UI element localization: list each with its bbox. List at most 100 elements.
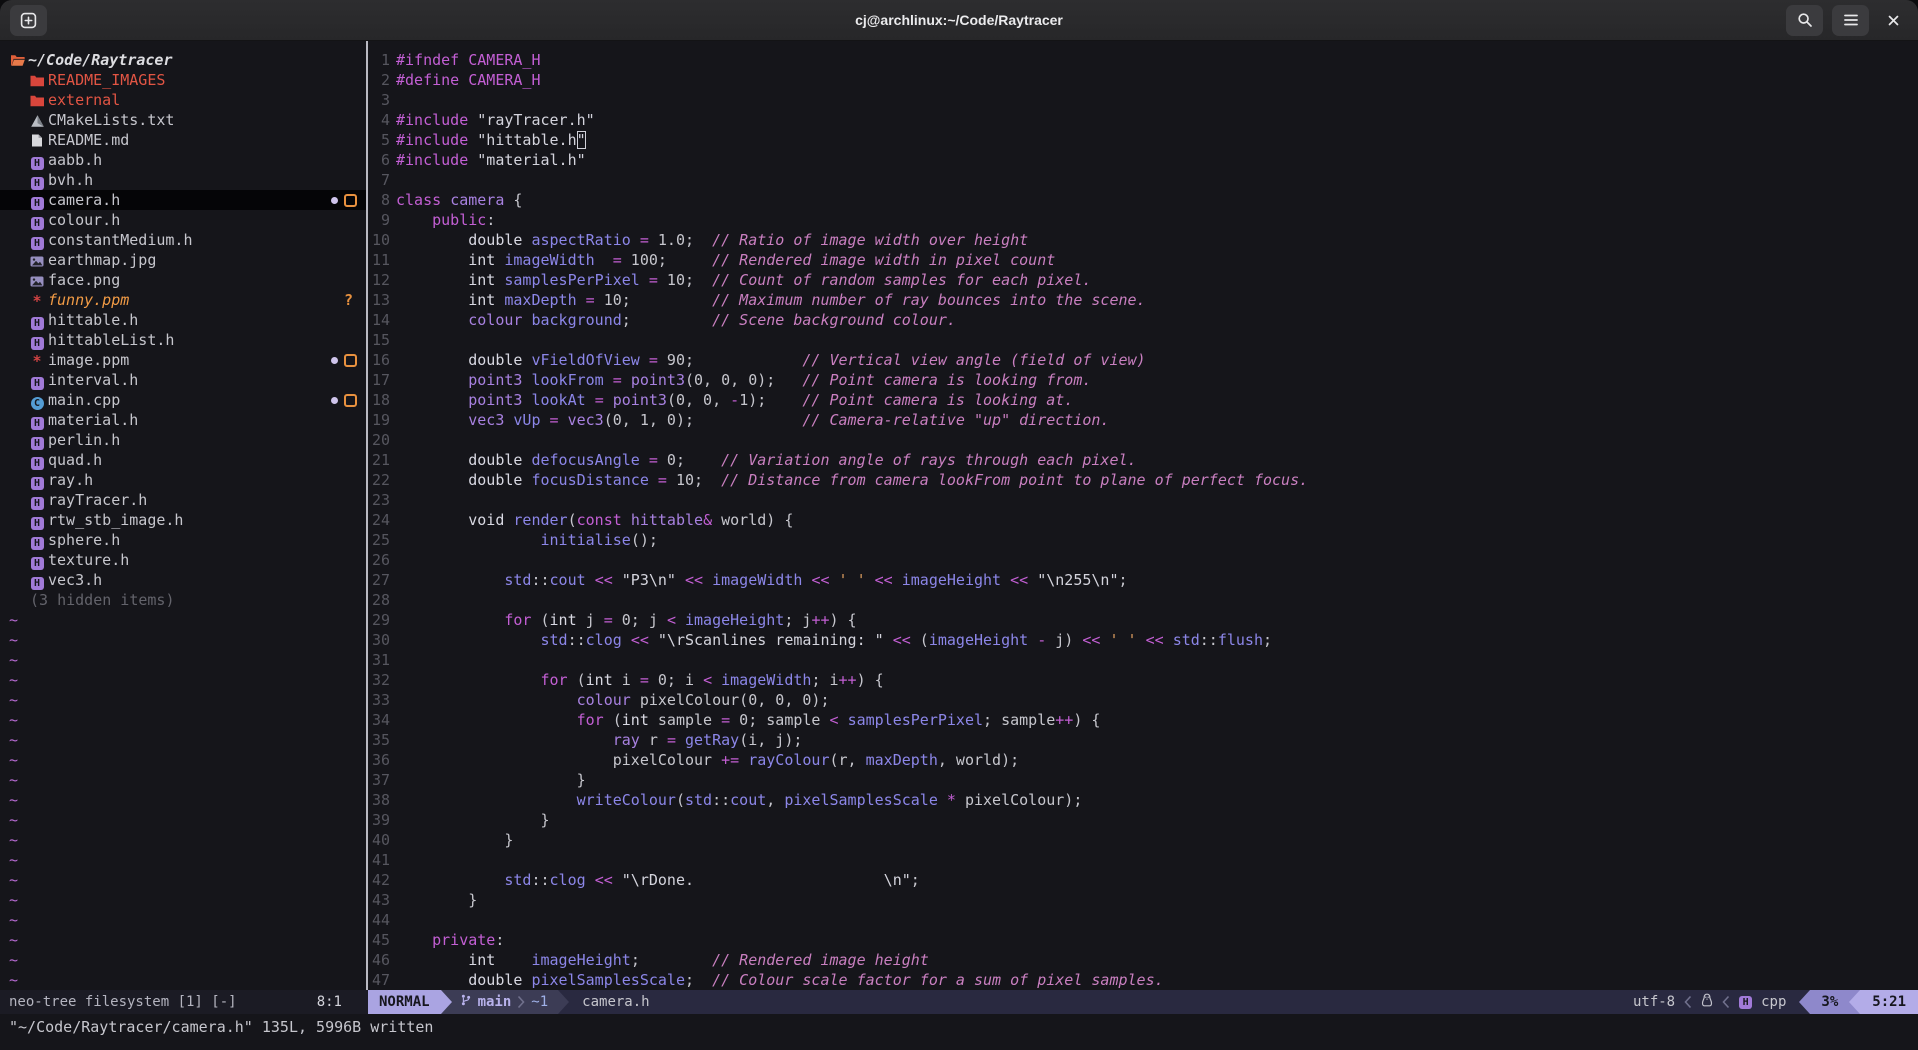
code-line[interactable]: 4#include "rayTracer.h" <box>370 110 1918 130</box>
code-line[interactable]: 37 } <box>370 770 1918 790</box>
empty-line-tilde: ~ <box>0 910 366 930</box>
code-line[interactable]: 6#include "material.h" <box>370 150 1918 170</box>
code-line[interactable]: 25 initialise(); <box>370 530 1918 550</box>
code-line[interactable]: 28 <box>370 590 1918 610</box>
tree-item-readme-images[interactable]: README_IMAGES <box>0 70 366 90</box>
tree-item-image-ppm[interactable]: *image.ppm <box>0 350 366 370</box>
code-line[interactable]: 13 int maxDepth = 10; // Maximum number … <box>370 290 1918 310</box>
tree-item-hittablelist-h[interactable]: HhittableList.h <box>0 330 366 350</box>
tree-item-hittable-h[interactable]: Hhittable.h <box>0 310 366 330</box>
code-line[interactable]: 22 double focusDistance = 10; // Distanc… <box>370 470 1918 490</box>
code-line[interactable]: 17 point3 lookFrom = point3(0, 0, 0); //… <box>370 370 1918 390</box>
tree-item-constantmedium-h[interactable]: HconstantMedium.h <box>0 230 366 250</box>
code-text: #define CAMERA_H <box>396 70 541 90</box>
code-text: std::cout << "P3\n" << imageWidth << ' '… <box>396 570 1128 590</box>
tree-item-texture-h[interactable]: Htexture.h <box>0 550 366 570</box>
code-line[interactable]: 10 double aspectRatio = 1.0; // Ratio of… <box>370 230 1918 250</box>
code-line[interactable]: 31 <box>370 650 1918 670</box>
h-file-icon: H <box>31 437 44 450</box>
folder-open-icon <box>10 54 25 67</box>
code-text: #ifndef CAMERA_H <box>396 50 541 70</box>
tree-item-camera-h[interactable]: Hcamera.h <box>0 190 366 210</box>
tree-item-aabb-h[interactable]: Haabb.h <box>0 150 366 170</box>
statusline-middle: camera.h utf-8 H cpp <box>569 990 1799 1014</box>
tree-item-vec3-h[interactable]: Hvec3.h <box>0 570 366 590</box>
tree-item-raytracer-h[interactable]: HrayTracer.h <box>0 490 366 510</box>
h-file-icon: H <box>31 217 44 230</box>
code-line[interactable]: 21 double defocusAngle = 0; // Variation… <box>370 450 1918 470</box>
tree-item-label: colour.h <box>48 211 120 229</box>
tree-item-ray-h[interactable]: Hray.h <box>0 470 366 490</box>
code-line[interactable]: 29 for (int j = 0; j < imageHeight; j++)… <box>370 610 1918 630</box>
code-line[interactable]: 12 int samplesPerPixel = 10; // Count of… <box>370 270 1918 290</box>
code-line[interactable]: 40 } <box>370 830 1918 850</box>
line-number: 20 <box>370 430 390 450</box>
code-line[interactable]: 34 for (int sample = 0; sample < samples… <box>370 710 1918 730</box>
code-line[interactable]: 43 } <box>370 890 1918 910</box>
code-line[interactable]: 5#include "hittable.h" <box>370 130 1918 150</box>
tree-item-sphere-h[interactable]: Hsphere.h <box>0 530 366 550</box>
tree-item-interval-h[interactable]: Hinterval.h <box>0 370 366 390</box>
code-line[interactable]: 33 colour pixelColour(0, 0, 0); <box>370 690 1918 710</box>
code-line[interactable]: 39 } <box>370 810 1918 830</box>
new-tab-button[interactable] <box>10 5 47 36</box>
code-line[interactable]: 1 #ifndef CAMERA_H <box>370 50 1918 70</box>
code-line[interactable]: 18 point3 lookAt = point3(0, 0, -1); // … <box>370 390 1918 410</box>
code-line[interactable]: 9 public: <box>370 210 1918 230</box>
code-line[interactable]: 42 std::clog << "\rDone. \n"; <box>370 870 1918 890</box>
tree-item-external[interactable]: external <box>0 90 366 110</box>
code-line[interactable]: 8class camera { <box>370 190 1918 210</box>
tree-item-label: earthmap.jpg <box>48 251 156 269</box>
code-line[interactable]: 2#define CAMERA_H <box>370 70 1918 90</box>
tree-item-colour-h[interactable]: Hcolour.h <box>0 210 366 230</box>
tree-item-funny-ppm[interactable]: *funny.ppm? <box>0 290 366 310</box>
tree-item-quad-h[interactable]: Hquad.h <box>0 450 366 470</box>
close-button[interactable] <box>1878 5 1908 36</box>
tree-item-bvh-h[interactable]: Hbvh.h <box>0 170 366 190</box>
line-number: 5 <box>370 130 390 150</box>
tree-item-readme-md[interactable]: README.md <box>0 130 366 150</box>
code-text: point3 lookAt = point3(0, 0, -1); // Poi… <box>396 390 1073 410</box>
code-line[interactable]: 3 <box>370 90 1918 110</box>
code-line[interactable]: 45 private: <box>370 930 1918 950</box>
code-line[interactable]: 47 double pixelSamplesScale; // Colour s… <box>370 970 1918 990</box>
tree-item-cmakelists-txt[interactable]: CMakeLists.txt <box>0 110 366 130</box>
mode-indicator: NORMAL <box>368 990 441 1014</box>
code-line[interactable]: 26 <box>370 550 1918 570</box>
code-line[interactable]: 14 colour background; // Scene backgroun… <box>370 310 1918 330</box>
tree-item-label: CMakeLists.txt <box>48 111 174 129</box>
code-line[interactable]: 15 <box>370 330 1918 350</box>
tree-item-perlin-h[interactable]: Hperlin.h <box>0 430 366 450</box>
code-line[interactable]: 24 void render(const hittable& world) { <box>370 510 1918 530</box>
tree-root[interactable]: ~/Code/Raytracer <box>0 50 366 70</box>
code-line[interactable]: 16 double vFieldOfView = 90; // Vertical… <box>370 350 1918 370</box>
code-line[interactable]: 41 <box>370 850 1918 870</box>
code-line[interactable]: 30 std::clog << "\rScanlines remaining: … <box>370 630 1918 650</box>
code-line[interactable]: 38 writeColour(std::cout, pixelSamplesSc… <box>370 790 1918 810</box>
code-line[interactable]: 27 std::cout << "P3\n" << imageWidth << … <box>370 570 1918 590</box>
tree-item-rtw-stb-image-h[interactable]: Hrtw_stb_image.h <box>0 510 366 530</box>
code-line[interactable]: 32 for (int i = 0; i < imageWidth; i++) … <box>370 670 1918 690</box>
git-branch-segment: main ~1 <box>452 990 559 1014</box>
tree-item-earthmap-jpg[interactable]: earthmap.jpg <box>0 250 366 270</box>
tree-item-face-png[interactable]: face.png <box>0 270 366 290</box>
code-line[interactable]: 46 int imageHeight; // Rendered image he… <box>370 950 1918 970</box>
code-line[interactable]: 44 <box>370 910 1918 930</box>
neotree-status-label: neo-tree filesystem [1] [-] <box>9 994 237 1010</box>
tree-item-material-h[interactable]: Hmaterial.h <box>0 410 366 430</box>
code-line[interactable]: 19 vec3 vUp = vec3(0, 1, 0); // Camera-r… <box>370 410 1918 430</box>
code-line[interactable]: 11 int imageWidth = 100; // Rendered ima… <box>370 250 1918 270</box>
search-button[interactable] <box>1786 5 1823 36</box>
code-line[interactable]: 23 <box>370 490 1918 510</box>
code-line[interactable]: 20 <box>370 430 1918 450</box>
code-text: int imageHeight; // Rendered image heigh… <box>396 950 929 970</box>
code-line[interactable]: 7 <box>370 170 1918 190</box>
code-line[interactable]: 36 pixelColour += rayColour(r, maxDepth,… <box>370 750 1918 770</box>
code-text: double defocusAngle = 0; // Variation an… <box>396 450 1137 470</box>
h-file-icon: H <box>31 177 44 190</box>
code-line[interactable]: 35 ray r = getRay(i, j); <box>370 730 1918 750</box>
menu-button[interactable] <box>1832 5 1869 36</box>
tree-item-main-cpp[interactable]: Cmain.cpp <box>0 390 366 410</box>
line-number: 1 <box>370 50 390 70</box>
code-text: } <box>396 830 513 850</box>
